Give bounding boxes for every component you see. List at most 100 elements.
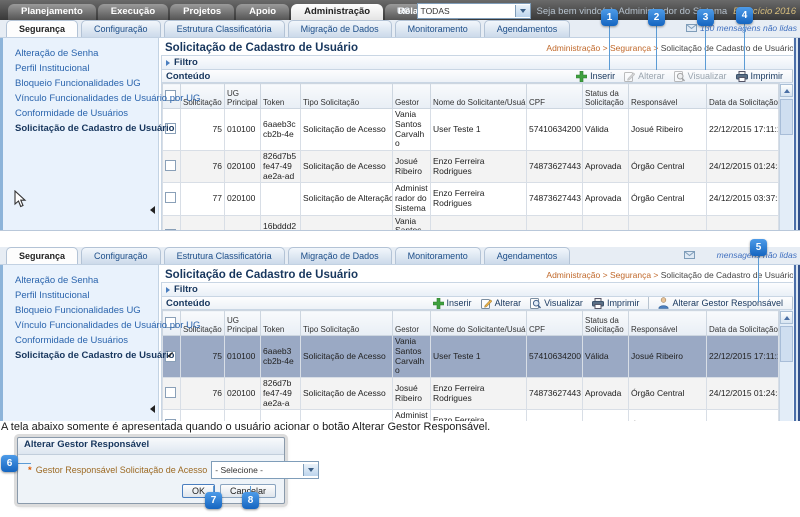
tab-migracaodedados[interactable]: Migração de Dados (288, 247, 392, 264)
column-header-token: Token (261, 311, 301, 336)
toolbar-button-label: Visualizar (688, 71, 727, 81)
toolbar-2: Inserir Alterar Visualizar Imprimir Alterar … (433, 297, 793, 309)
tab-monitoramento[interactable]: Monitoramento (395, 20, 481, 37)
imprimir-button[interactable]: Imprimir (592, 298, 640, 309)
scroll-up-icon[interactable] (780, 84, 793, 97)
page-title: Solicitação de Cadastro de Usuário (165, 42, 358, 54)
table-scrollbar[interactable] (779, 83, 793, 231)
cell-solicitacao: 75 (181, 109, 225, 151)
sidebar-item-bloqueio-funcionalidades-ug[interactable]: Bloqueio Funcionalidades UG (3, 303, 158, 318)
cell-tipo: Solicitação de Acesso (301, 151, 393, 183)
column-header-gestor: Gestor (393, 84, 431, 109)
table-row[interactable]: 750101006aaeb3c cb2b-4eSolicitação de Ac… (163, 109, 779, 151)
cell-cpf: 74873627443 (527, 183, 583, 215)
panel2-content: Alteração de SenhaPerfil InstitucionalBl… (0, 265, 800, 421)
screenshot-panel-bottom: SegurançaConfiguraçãoEstrutura Classific… (0, 247, 800, 421)
cell-gestor: Vania Santos Carvalho (393, 215, 431, 231)
table-row[interactable]: 76020100826d7b fe47-49 ae2a-aSolicitação… (163, 378, 779, 410)
callout-line (656, 26, 657, 70)
tab-seguranca[interactable]: Segurança (6, 247, 78, 264)
column-header-status: Status da Solicitação (583, 311, 629, 336)
sidebar-item-vi-nculo-funcionalidades-de-usua-rio-por-ug[interactable]: Vínculo Funcionalidades de Usuário por U… (3, 91, 158, 106)
breadcrumb-links-2[interactable]: Administração > Segurança > (546, 270, 660, 280)
breadcrumb-links[interactable]: Administração > Segurança > (546, 43, 660, 53)
inserir-button[interactable]: Inserir (576, 71, 615, 82)
sidebar-collapse-handle-2[interactable] (150, 405, 155, 413)
table-row[interactable]: 77020100Solicitação de AlteraçãoAdminist… (163, 183, 779, 215)
view-icon (674, 71, 685, 82)
chevron-down-icon[interactable] (303, 464, 318, 476)
sidebar-item-alterac-a-o-de-senha[interactable]: Alteração de Senha (3, 46, 158, 61)
menu-tab-apoio[interactable]: Apoio (236, 4, 289, 20)
sidebar-item-bloqueio-funcionalidades-ug[interactable]: Bloqueio Funcionalidades UG (3, 76, 158, 91)
screenshot-panel-top: PlanejamentoExecuçãoProjetosApoioAdminis… (0, 0, 800, 231)
tab-migracaodedados[interactable]: Migração de Dados (288, 20, 392, 37)
cell-responsavel: Órgão Central (629, 378, 707, 410)
callout-badge-6: 6 (1, 455, 18, 472)
menu-tab-administracao[interactable]: Administração (291, 4, 383, 20)
alterar-button: Alterar (624, 71, 665, 82)
cell-cpf: 22777080704 (527, 215, 583, 231)
dialog-title: Alterar Gestor Responsável (18, 438, 284, 455)
sidebar-item-conformidade-de-usua-rios[interactable]: Conformidade de Usuários (3, 106, 158, 121)
inserir-button[interactable]: Inserir (433, 298, 472, 309)
sidebar-item-perfil-institucional[interactable]: Perfil Institucional (3, 288, 158, 303)
scrollbar-thumb[interactable] (780, 99, 793, 135)
sidebar-item-solicitac-a-o-de-cadastro-de-usua-rio[interactable]: Solicitação de Cadastro de Usuário (3, 348, 158, 363)
imprimir-button[interactable]: Imprimir (736, 71, 784, 82)
filter-label: Filtro (174, 57, 198, 68)
sidebar-item-vi-nculo-funcionalidades-de-usua-rio-por-ug[interactable]: Vínculo Funcionalidades de Usuário por U… (3, 318, 158, 333)
tab-estruturaclassificatoria[interactable]: Estrutura Classificatória (164, 20, 285, 37)
row-checkbox[interactable] (165, 387, 176, 398)
unread-messages-note-2[interactable]: mensagens não lidas (684, 250, 797, 260)
tab-configuracao[interactable]: Configuração (81, 20, 161, 37)
column-header-ug: UG Principal (225, 84, 261, 109)
column-header-data: Data da Solicitação (707, 84, 779, 109)
alterar-button[interactable]: Alterar (481, 298, 522, 309)
sidebar-item-conformidade-de-usua-rios[interactable]: Conformidade de Usuários (3, 333, 158, 348)
chevron-down-icon[interactable] (515, 5, 530, 17)
cell-token: 16bddd2 c8b5-45 d101b4 (261, 215, 301, 231)
tab-agendamentos[interactable]: Agendamentos (484, 247, 571, 264)
tab-agendamentos[interactable]: Agendamentos (484, 20, 571, 37)
filter-bar[interactable]: Filtro (161, 55, 798, 70)
grid-wrap-2: SolicitaçãoUG PrincipalTokenTipo Solicit… (161, 310, 798, 421)
cell-solicitacao: 84 (181, 215, 225, 231)
cell-data: 24/12/2015 01:24:38 (707, 378, 779, 410)
alterar-gestor-responsa-vel-button[interactable]: Alterar Gestor Responsável (658, 297, 783, 309)
cell-token: 826d7b5 fe47-49 ae2a-ad (261, 151, 301, 183)
row-checkbox[interactable] (165, 229, 176, 231)
cell-solicitacao: 77 (181, 410, 225, 421)
row-checkbox[interactable] (165, 192, 176, 203)
cell-data: 30/12/2015 10:20:36 (707, 215, 779, 231)
tab-monitoramento[interactable]: Monitoramento (395, 247, 481, 264)
scrollbar-thumb[interactable] (780, 326, 793, 362)
ug-select[interactable]: TODAS (417, 3, 531, 19)
tab-estruturaclassificatoria[interactable]: Estrutura Classificatória (164, 247, 285, 264)
table-row[interactable]: 76020100826d7b5 fe47-49 ae2a-adSolicitaç… (163, 151, 779, 183)
menu-tab-execucao[interactable]: Execução (98, 4, 168, 20)
table-row[interactable]: 77020100Solicitação de AlteraçãoAdminist… (163, 410, 779, 421)
column-header-responsavel: Responsável (629, 84, 707, 109)
main-area: Solicitação de Cadastro de Usuário Admin… (158, 38, 800, 231)
requests-table: SolicitaçãoUG PrincipalTokenTipo Solicit… (162, 83, 779, 231)
gestor-select[interactable]: - Selecione - (211, 461, 319, 479)
sidebar-item-perfil-institucional[interactable]: Perfil Institucional (3, 61, 158, 76)
table-row[interactable]: 8416bddd2 c8b5-45 d101b4Solicitação de A… (163, 215, 779, 231)
table-row[interactable]: 750101006aaeb3 cb2b-4eSolicitação de Ace… (163, 336, 779, 378)
cell-gestor: Vania Santos Carvalho (393, 336, 431, 378)
sidebar-item-alterac-a-o-de-senha[interactable]: Alteração de Senha (3, 273, 158, 288)
filter-bar-2[interactable]: Filtro (161, 282, 798, 297)
sidebar-item-solicitac-a-o-de-cadastro-de-usua-rio[interactable]: Solicitação de Cadastro de Usuário (3, 121, 158, 136)
scroll-up-icon[interactable] (780, 311, 793, 324)
tab-configuracao[interactable]: Configuração (81, 247, 161, 264)
visualizar-button[interactable]: Visualizar (530, 298, 583, 309)
menu-tab-planejamento[interactable]: Planejamento (8, 4, 96, 20)
module-tab-row-2: SegurançaConfiguraçãoEstrutura Classific… (0, 247, 800, 265)
menu-tab-projetos[interactable]: Projetos (170, 4, 234, 20)
tab-seguranca[interactable]: Segurança (6, 20, 78, 37)
table-scrollbar-2[interactable] (779, 310, 793, 421)
requests-table-2: SolicitaçãoUG PrincipalTokenTipo Solicit… (162, 310, 779, 421)
sidebar-collapse-handle[interactable] (150, 206, 155, 214)
row-checkbox[interactable] (165, 160, 176, 171)
